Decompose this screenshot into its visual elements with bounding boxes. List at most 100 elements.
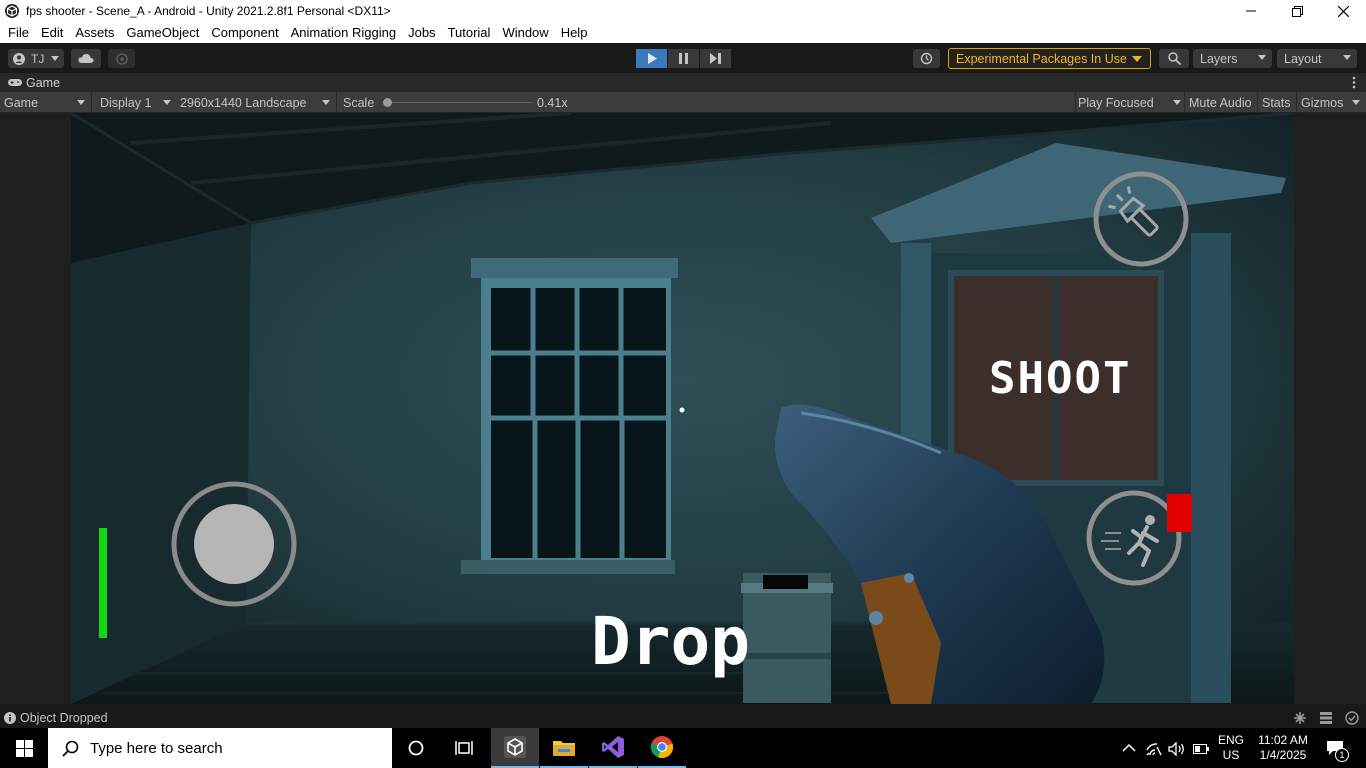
- start-button[interactable]: [0, 728, 48, 768]
- search-button[interactable]: [1159, 49, 1189, 68]
- account-label: TJ: [31, 51, 45, 66]
- volume-icon[interactable]: [1168, 742, 1186, 756]
- play-button[interactable]: [636, 49, 667, 68]
- mute-audio-toggle[interactable]: Mute Audio: [1189, 92, 1252, 113]
- drop-button[interactable]: Drop: [591, 603, 750, 680]
- tab-game-label: Game: [26, 75, 61, 90]
- menu-help[interactable]: Help: [555, 25, 594, 40]
- search-placeholder: Type here to search: [90, 739, 223, 757]
- clock-date: 1/4/2025: [1259, 748, 1307, 762]
- menu-assets[interactable]: Assets: [69, 25, 120, 40]
- taskbar-app-unity[interactable]: [491, 728, 539, 768]
- close-icon: [1337, 5, 1349, 17]
- minimize-icon: [1246, 10, 1256, 12]
- region-label: US: [1222, 748, 1240, 762]
- minimize-button[interactable]: [1228, 0, 1274, 22]
- layers-dropdown[interactable]: Layers: [1193, 49, 1272, 68]
- menu-bar: File Edit Assets GameObject Component An…: [0, 22, 1366, 43]
- pause-button[interactable]: [668, 49, 699, 68]
- sprint-indicator: [1167, 494, 1192, 532]
- cortana-icon: [408, 740, 424, 756]
- notification-badge: 1: [1335, 748, 1349, 762]
- input-language[interactable]: ENG US: [1213, 733, 1249, 763]
- display-label: Display 1: [100, 95, 152, 110]
- play-focused-dropdown[interactable]: Play Focused: [1078, 92, 1182, 113]
- chevron-down-icon: [1352, 100, 1360, 105]
- scale-slider[interactable]: [383, 98, 532, 107]
- notification-center-button[interactable]: 1: [1322, 728, 1362, 768]
- view-mode-dropdown[interactable]: Game: [4, 92, 88, 113]
- progress-check-icon[interactable]: [1345, 711, 1359, 725]
- account-dropdown[interactable]: TJ: [8, 49, 64, 68]
- menu-file[interactable]: File: [2, 25, 35, 40]
- health-bar: [99, 528, 107, 638]
- menu-component[interactable]: Component: [205, 25, 284, 40]
- resolution-label: 2960x1440 Landscape: [180, 95, 307, 110]
- step-icon: [710, 53, 721, 64]
- cloud-button[interactable]: [71, 49, 101, 68]
- experimental-packages-label: Experimental Packages In Use: [956, 51, 1127, 66]
- stats-toggle[interactable]: Stats: [1262, 92, 1291, 113]
- game-tab-bar: Game: [0, 73, 1366, 92]
- chrome-icon: [650, 736, 674, 759]
- tab-menu-icon[interactable]: [1352, 76, 1356, 89]
- menu-edit[interactable]: Edit: [35, 25, 69, 40]
- gizmos-dropdown[interactable]: Gizmos: [1301, 92, 1363, 113]
- close-button[interactable]: [1320, 0, 1366, 22]
- title-bar: fps shooter - Scene_A - Android - Unity …: [0, 0, 1366, 22]
- history-button[interactable]: [913, 49, 940, 68]
- chevron-up-icon[interactable]: [1122, 743, 1136, 752]
- cloud-icon: [78, 53, 94, 63]
- clock-time: 11:02 AM: [1258, 733, 1308, 747]
- tab-game[interactable]: Game: [0, 76, 60, 90]
- menu-tutorial[interactable]: Tutorial: [442, 25, 497, 40]
- layout-dropdown[interactable]: Layout: [1277, 49, 1357, 68]
- collab-button[interactable]: [108, 49, 135, 68]
- cache-server-icon[interactable]: [1319, 711, 1333, 725]
- language-label: ENG: [1217, 733, 1244, 747]
- menu-jobs[interactable]: Jobs: [402, 25, 441, 40]
- collab-icon: [115, 52, 128, 65]
- search-icon: [1167, 52, 1181, 65]
- menu-animation-rigging[interactable]: Animation Rigging: [285, 25, 403, 40]
- pause-icon: [679, 53, 688, 64]
- play-focused-label: Play Focused: [1078, 95, 1154, 110]
- window-title: fps shooter - Scene_A - Android - Unity …: [26, 4, 391, 18]
- clock[interactable]: 11:02 AM 1/4/2025: [1250, 733, 1316, 763]
- menu-gameobject[interactable]: GameObject: [120, 25, 205, 40]
- play-icon: [647, 53, 657, 64]
- info-icon: [4, 711, 16, 724]
- taskbar-search[interactable]: Type here to search: [48, 728, 392, 768]
- restore-button[interactable]: [1274, 0, 1320, 22]
- chevron-down-icon: [1173, 100, 1181, 105]
- scale-value: 0.41x: [537, 95, 568, 110]
- main-toolbar: TJ Experimental Packages In Use Layers L…: [0, 43, 1366, 73]
- display-dropdown[interactable]: Display 1: [100, 92, 175, 113]
- battery-icon[interactable]: [1193, 744, 1209, 754]
- game-viewport[interactable]: SHOOT Drop: [71, 113, 1294, 704]
- menu-window[interactable]: Window: [496, 25, 554, 40]
- shoot-button[interactable]: SHOOT: [989, 353, 1131, 404]
- history-icon: [920, 52, 933, 65]
- chevron-down-icon: [322, 100, 330, 105]
- chevron-down-icon: [77, 100, 85, 105]
- chevron-down-icon: [163, 100, 171, 105]
- scale-slider-thumb[interactable]: [383, 98, 392, 107]
- debug-icon[interactable]: [1293, 711, 1307, 725]
- windows-logo-icon: [15, 739, 33, 757]
- experimental-packages-button[interactable]: Experimental Packages In Use: [948, 48, 1151, 69]
- taskbar-app-file-explorer[interactable]: [540, 728, 588, 768]
- resolution-dropdown[interactable]: 2960x1440 Landscape: [180, 92, 335, 113]
- gizmos-label: Gizmos: [1301, 95, 1344, 110]
- unity-logo-icon: [504, 736, 526, 758]
- scale-label: Scale: [343, 95, 375, 110]
- taskbar-app-chrome[interactable]: [638, 728, 686, 768]
- unity-logo-icon: [5, 4, 19, 18]
- search-icon: [62, 740, 79, 757]
- cortana-button[interactable]: [400, 728, 432, 768]
- taskbar-app-visual-studio[interactable]: [589, 728, 637, 768]
- network-icon[interactable]: [1146, 742, 1162, 756]
- task-view-button[interactable]: [448, 728, 480, 768]
- step-button[interactable]: [700, 49, 731, 68]
- chevron-down-icon: [1258, 55, 1266, 60]
